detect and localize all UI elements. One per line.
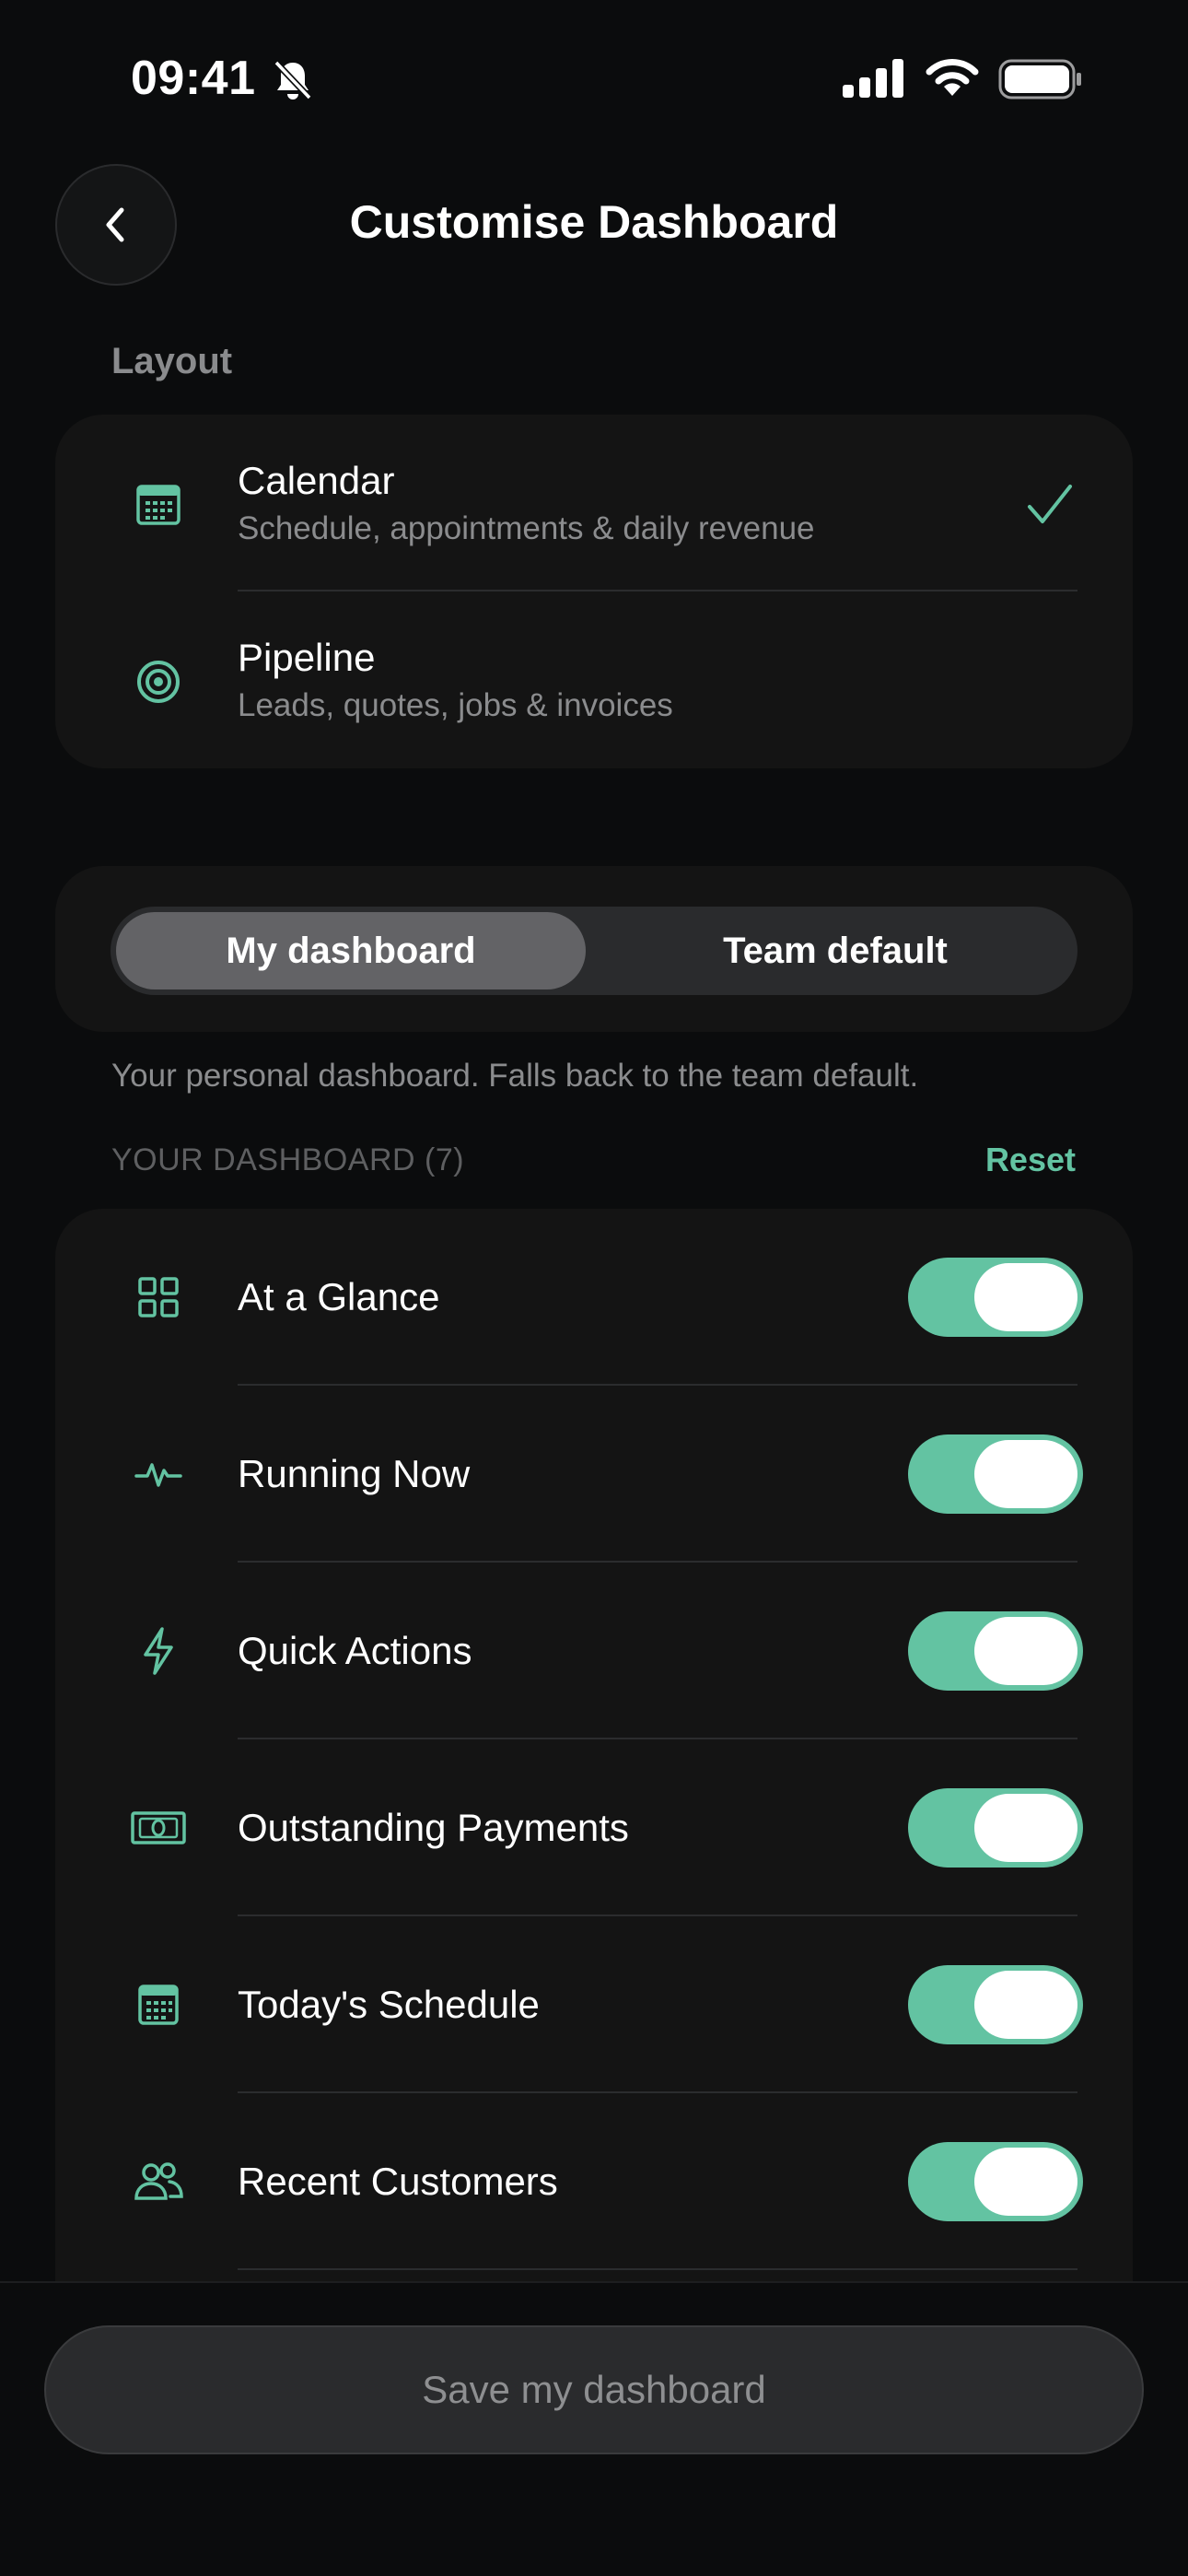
banknote-icon bbox=[131, 1811, 186, 1844]
save-dashboard-button[interactable]: Save my dashboard bbox=[44, 2325, 1144, 2454]
toggle-knob bbox=[974, 1971, 1077, 2039]
target-icon bbox=[137, 661, 180, 703]
widget-label: Running Now bbox=[238, 1452, 471, 1495]
toggle-knob bbox=[974, 2148, 1077, 2216]
divider bbox=[238, 2268, 1077, 2270]
widget-label: Recent Customers bbox=[238, 2160, 558, 2203]
layout-option-subtitle: Schedule, appointments & daily revenue bbox=[238, 510, 815, 546]
widget-toggle[interactable] bbox=[908, 1434, 1083, 1514]
scope-hint-text: Your personal dashboard. Falls back to t… bbox=[111, 1058, 919, 1094]
calendar-icon bbox=[136, 485, 181, 525]
toggle-knob bbox=[974, 1263, 1077, 1331]
segment-my-dashboard[interactable]: My dashboard bbox=[116, 912, 586, 989]
widget-toggle[interactable] bbox=[908, 1788, 1083, 1868]
widget-label: Quick Actions bbox=[238, 1629, 472, 1672]
dashboard-scope-segmented-control: My dashboard Team default bbox=[111, 907, 1077, 995]
status-bar: 09:41 bbox=[0, 0, 1188, 157]
layout-section-label: Layout bbox=[111, 341, 233, 381]
lightning-icon bbox=[144, 1627, 173, 1675]
toggle-knob bbox=[974, 1794, 1077, 1862]
grid-icon bbox=[138, 1277, 179, 1317]
widget-row-todays-schedule: Today's Schedule bbox=[55, 1916, 1133, 2093]
toggle-knob bbox=[974, 1440, 1077, 1508]
widget-row-recent-customers: Recent Customers bbox=[55, 2093, 1133, 2270]
layout-option-subtitle: Leads, quotes, jobs & invoices bbox=[238, 687, 673, 723]
checkmark-icon bbox=[1028, 485, 1072, 523]
widget-label: Outstanding Payments bbox=[238, 1806, 629, 1849]
layout-options-card: Calendar Schedule, appointments & daily … bbox=[55, 415, 1133, 768]
widget-toggle[interactable] bbox=[908, 1965, 1083, 2044]
pulse-icon bbox=[134, 1463, 182, 1487]
bell-slash-icon bbox=[274, 60, 312, 100]
widget-label: At a Glance bbox=[238, 1275, 440, 1318]
battery-icon bbox=[998, 59, 1081, 100]
dashboard-section-header: YOUR DASHBOARD (7) bbox=[111, 1142, 465, 1177]
users-icon bbox=[134, 2162, 183, 2200]
dashboard-scope-card: My dashboard Team default bbox=[55, 866, 1133, 1032]
widget-row-running-now: Running Now bbox=[55, 1386, 1133, 1563]
widget-row-at-a-glance: At a Glance bbox=[55, 1209, 1133, 1386]
bottom-action-bar: Save my dashboard bbox=[0, 2281, 1188, 2576]
page-title: Customise Dashboard bbox=[349, 196, 839, 248]
widget-toggle[interactable] bbox=[908, 1611, 1083, 1691]
status-time: 09:41 bbox=[131, 52, 256, 105]
widget-toggle[interactable] bbox=[908, 2142, 1083, 2221]
layout-option-calendar[interactable]: Calendar Schedule, appointments & daily … bbox=[55, 415, 1133, 591]
reset-button[interactable]: Reset bbox=[985, 1141, 1076, 1179]
widget-row-outstanding-payments: Outstanding Payments bbox=[55, 1739, 1133, 1916]
layout-option-title: Pipeline bbox=[238, 636, 376, 679]
wifi-icon bbox=[926, 59, 979, 96]
toggle-knob bbox=[974, 1617, 1077, 1685]
widget-toggle[interactable] bbox=[908, 1258, 1083, 1337]
calendar-icon bbox=[138, 1985, 179, 2025]
segment-team-default[interactable]: Team default bbox=[599, 912, 1072, 989]
dashboard-widgets-list: At a Glance Running Now Quick Actions Ou… bbox=[55, 1209, 1133, 2314]
signal-icon bbox=[843, 59, 903, 98]
widget-label: Today's Schedule bbox=[238, 1983, 540, 2026]
layout-option-title: Calendar bbox=[238, 459, 395, 502]
layout-option-pipeline[interactable]: Pipeline Leads, quotes, jobs & invoices bbox=[55, 591, 1133, 768]
customise-dashboard-screen: 09:41 Customise Dashboard Layout Calenda… bbox=[0, 0, 1188, 2576]
widget-row-quick-actions: Quick Actions bbox=[55, 1563, 1133, 1739]
